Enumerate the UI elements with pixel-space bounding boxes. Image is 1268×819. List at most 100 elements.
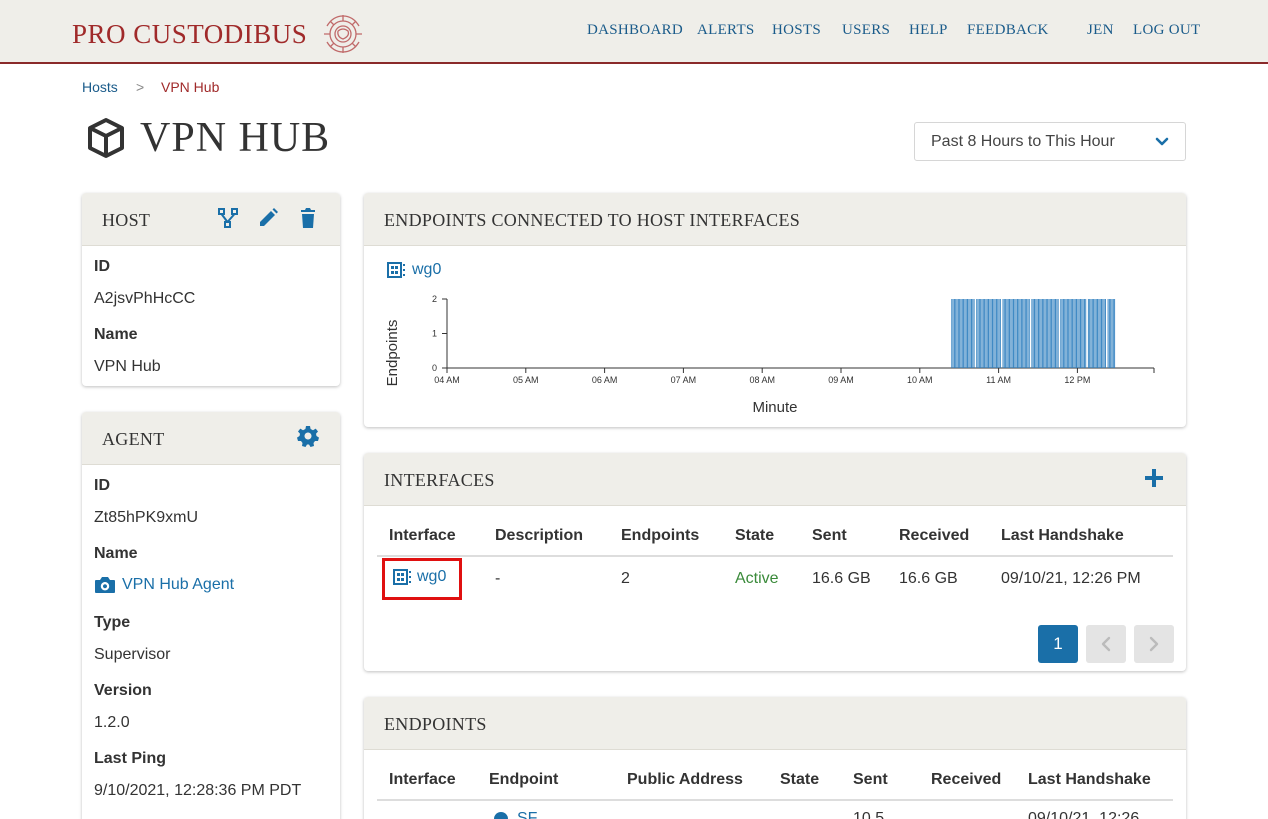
col-public-address[interactable]: Public Address: [627, 771, 743, 789]
chart-x-tick-label: 06 AM: [592, 375, 618, 385]
chart-y-tick-label: 0: [432, 363, 437, 373]
brand[interactable]: PRO CUSTODIBUS: [72, 12, 367, 56]
chart-bar: [992, 299, 993, 368]
endpoint-link[interactable]: SF: [493, 810, 537, 819]
nav-user-account[interactable]: JEN: [1087, 22, 1114, 39]
topology-icon[interactable]: [217, 207, 239, 229]
chart-bar: [1065, 299, 1067, 368]
chart-bar: [951, 299, 953, 368]
chart-bar: [1009, 299, 1011, 368]
chart-bar: [1040, 299, 1042, 368]
nav-feedback[interactable]: FEEDBACK: [967, 22, 1049, 39]
agent-version-label: Version: [94, 682, 152, 699]
interfaces-card-header: INTERFACES: [364, 453, 1186, 506]
agent-name-link[interactable]: VPN Hub Agent: [94, 576, 234, 594]
chart-bar: [1035, 299, 1037, 368]
agent-last-ping-label: Last Ping: [94, 750, 167, 767]
chart-bar: [1091, 299, 1093, 368]
chart-bar: [957, 299, 959, 368]
brand-name: PRO CUSTODIBUS: [72, 18, 308, 49]
chart-bar: [1007, 299, 1009, 368]
interfaces-card-title: INTERFACES: [384, 470, 495, 490]
endpoints-chart-card: ENDPOINTS CONNECTED TO HOST INTERFACES w…: [364, 193, 1186, 427]
delete-trash-icon[interactable]: [297, 207, 319, 229]
chart-bar: [1099, 299, 1101, 368]
chart-bar: [981, 299, 983, 368]
col-interface[interactable]: Interface: [389, 527, 456, 545]
chart-bar: [1024, 299, 1026, 368]
chart-bar: [1044, 299, 1046, 368]
chart-bar: [1087, 299, 1089, 368]
chart-bar: [1053, 299, 1055, 368]
chart-bar: [959, 299, 961, 368]
host-card-header: HOST: [82, 193, 340, 246]
pagination-next-button[interactable]: [1134, 625, 1174, 663]
col-description[interactable]: Description: [495, 527, 583, 545]
nav-help[interactable]: HELP: [909, 22, 948, 39]
nav-hosts[interactable]: HOSTS: [772, 22, 821, 39]
col-received[interactable]: Received: [931, 771, 1001, 789]
cube-icon: [88, 118, 124, 158]
chart-x-tick-label: 04 AM: [434, 375, 460, 385]
chart-x-axis-label: Minute: [752, 399, 797, 416]
endpoint-name: SF: [517, 810, 538, 819]
chart-bar: [985, 299, 987, 368]
col-interface[interactable]: Interface: [389, 771, 456, 789]
chart-bar: [1038, 299, 1039, 368]
pagination-prev-button[interactable]: [1086, 625, 1126, 663]
chart-bar: [1023, 299, 1025, 368]
chart-bar: [1032, 299, 1034, 368]
chart-y-tick-label: 1: [432, 329, 437, 339]
chart-bar: [1072, 299, 1074, 368]
highlight-box: [382, 558, 462, 600]
chart-bar: [1101, 299, 1102, 368]
chart-bar: [1062, 299, 1064, 368]
chevron-right-icon: [1149, 636, 1159, 652]
col-last-handshake[interactable]: Last Handshake: [1028, 771, 1151, 789]
chart-bar: [1049, 299, 1051, 368]
chart-bar: [1047, 299, 1049, 368]
col-last-handshake[interactable]: Last Handshake: [1001, 527, 1124, 545]
chart-bar: [1043, 299, 1045, 368]
chart-bar: [1060, 299, 1062, 368]
nav-alerts[interactable]: ALERTS: [697, 22, 755, 39]
col-endpoints[interactable]: Endpoints: [621, 527, 699, 545]
breadcrumb-hosts-link[interactable]: Hosts: [82, 79, 118, 95]
chart-bar: [1045, 299, 1047, 368]
chart-bar: [969, 299, 971, 368]
col-sent[interactable]: Sent: [812, 527, 847, 545]
col-sent[interactable]: Sent: [853, 771, 888, 789]
chart-bar: [1110, 299, 1112, 368]
chart-bar: [1020, 299, 1022, 368]
col-state[interactable]: State: [735, 527, 774, 545]
host-card-title: HOST: [102, 210, 151, 230]
chart-x-tick-label: 05 AM: [513, 375, 539, 385]
chart-bar: [1081, 299, 1083, 368]
col-received[interactable]: Received: [899, 527, 969, 545]
nav-dashboard[interactable]: DASHBOARD: [587, 22, 683, 39]
chart-bar: [1108, 299, 1110, 368]
chart-bar: [1041, 299, 1043, 368]
col-endpoint[interactable]: Endpoint: [489, 771, 558, 789]
edit-pencil-icon[interactable]: [257, 207, 279, 229]
host-name-value: VPN Hub: [94, 358, 161, 375]
interface-last-handshake: 09/10/21, 12:26 PM: [1001, 570, 1141, 587]
col-state[interactable]: State: [780, 771, 819, 789]
chart-bar: [967, 299, 968, 368]
host-name-label: Name: [94, 326, 138, 343]
nav-users[interactable]: USERS: [842, 22, 890, 39]
chart-bar: [980, 299, 982, 368]
chart-bar: [963, 299, 965, 368]
chart-bar: [994, 299, 996, 368]
settings-gear-icon[interactable]: [297, 425, 319, 447]
logout-link[interactable]: LOG OUT: [1133, 22, 1201, 39]
time-range-select[interactable]: Past 8 Hours to This Hour: [914, 122, 1186, 161]
chart-bar: [1026, 299, 1028, 368]
chart-bar: [1085, 299, 1087, 368]
endpoint-icon: [494, 812, 508, 819]
chart-bar: [976, 299, 978, 368]
chart-bar: [1111, 299, 1113, 368]
add-plus-icon[interactable]: [1143, 467, 1165, 489]
interfaces-card: INTERFACES Interface Description Endpoin…: [364, 453, 1186, 671]
pagination-page-1[interactable]: 1: [1038, 625, 1078, 663]
